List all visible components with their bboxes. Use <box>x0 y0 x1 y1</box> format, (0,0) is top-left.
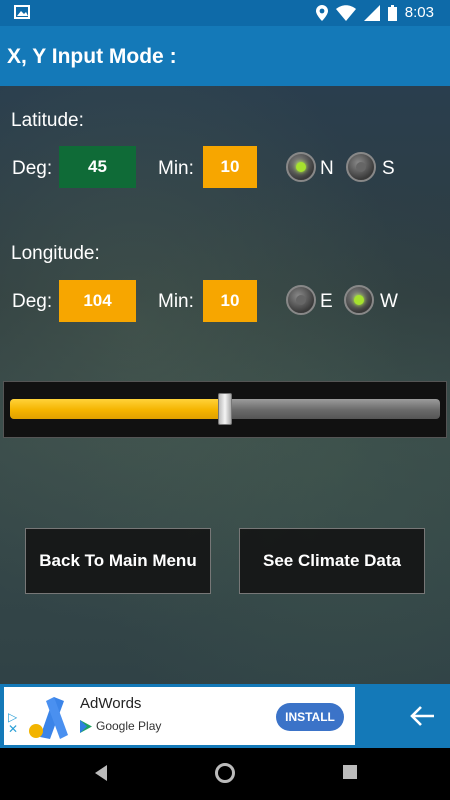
nav-recents-icon[interactable] <box>342 764 358 780</box>
status-bar: 8:03 <box>0 0 450 26</box>
latitude-min-label: Min: <box>158 158 194 179</box>
location-icon <box>315 4 328 21</box>
radio-west[interactable] <box>344 285 374 315</box>
ad-bar: ▷ ✕ AdWords Google Play INSTALL <box>0 684 450 748</box>
nav-home-icon[interactable] <box>214 762 236 784</box>
radio-south[interactable] <box>346 152 376 182</box>
arrow-left-icon[interactable] <box>408 702 436 730</box>
longitude-label: Longitude: <box>11 243 100 264</box>
nav-back-icon[interactable] <box>93 764 109 782</box>
longitude-min-field[interactable]: 10 <box>203 280 257 322</box>
radio-east-label: E <box>320 291 333 312</box>
ad-store: Google Play <box>80 719 161 733</box>
adwords-logo-icon <box>29 697 68 739</box>
slider-thumb[interactable] <box>218 393 232 425</box>
latitude-label: Latitude: <box>11 110 84 131</box>
google-play-icon <box>80 719 92 733</box>
longitude-min-label: Min: <box>158 291 194 312</box>
status-time: 8:03 <box>404 4 434 21</box>
page-title: X, Y Input Mode : <box>7 45 177 68</box>
install-button[interactable]: INSTALL <box>276 703 344 731</box>
ad-app-name: AdWords <box>80 695 142 712</box>
signal-icon <box>363 4 380 21</box>
longitude-deg-label: Deg: <box>12 291 53 312</box>
battery-icon <box>387 4 397 21</box>
slider-panel <box>3 381 447 438</box>
back-to-main-menu-button[interactable]: Back To Main Menu <box>25 528 211 594</box>
android-nav-bar <box>0 748 450 800</box>
latitude-min-field[interactable]: 10 <box>203 146 257 188</box>
main-content: Latitude: Deg: 45 Min: 10 N S Longitude:… <box>0 86 450 684</box>
ad-choices-icon[interactable]: ▷ ✕ <box>8 711 18 735</box>
latitude-deg-label: Deg: <box>12 158 53 179</box>
radio-west-label: W <box>380 291 398 312</box>
longitude-deg-field[interactable]: 104 <box>59 280 136 322</box>
see-climate-data-button[interactable]: See Climate Data <box>239 528 425 594</box>
radio-east[interactable] <box>286 285 316 315</box>
radio-south-label: S <box>382 158 395 179</box>
slider-fill <box>10 399 225 419</box>
ad-banner[interactable]: ▷ ✕ AdWords Google Play INSTALL <box>4 687 355 745</box>
image-icon <box>14 5 30 19</box>
ad-store-label: Google Play <box>96 719 162 733</box>
radio-north-label: N <box>320 158 334 179</box>
wifi-icon <box>335 4 356 21</box>
title-bar: X, Y Input Mode : <box>0 26 450 86</box>
radio-north[interactable] <box>286 152 316 182</box>
latitude-deg-field[interactable]: 45 <box>59 146 136 188</box>
